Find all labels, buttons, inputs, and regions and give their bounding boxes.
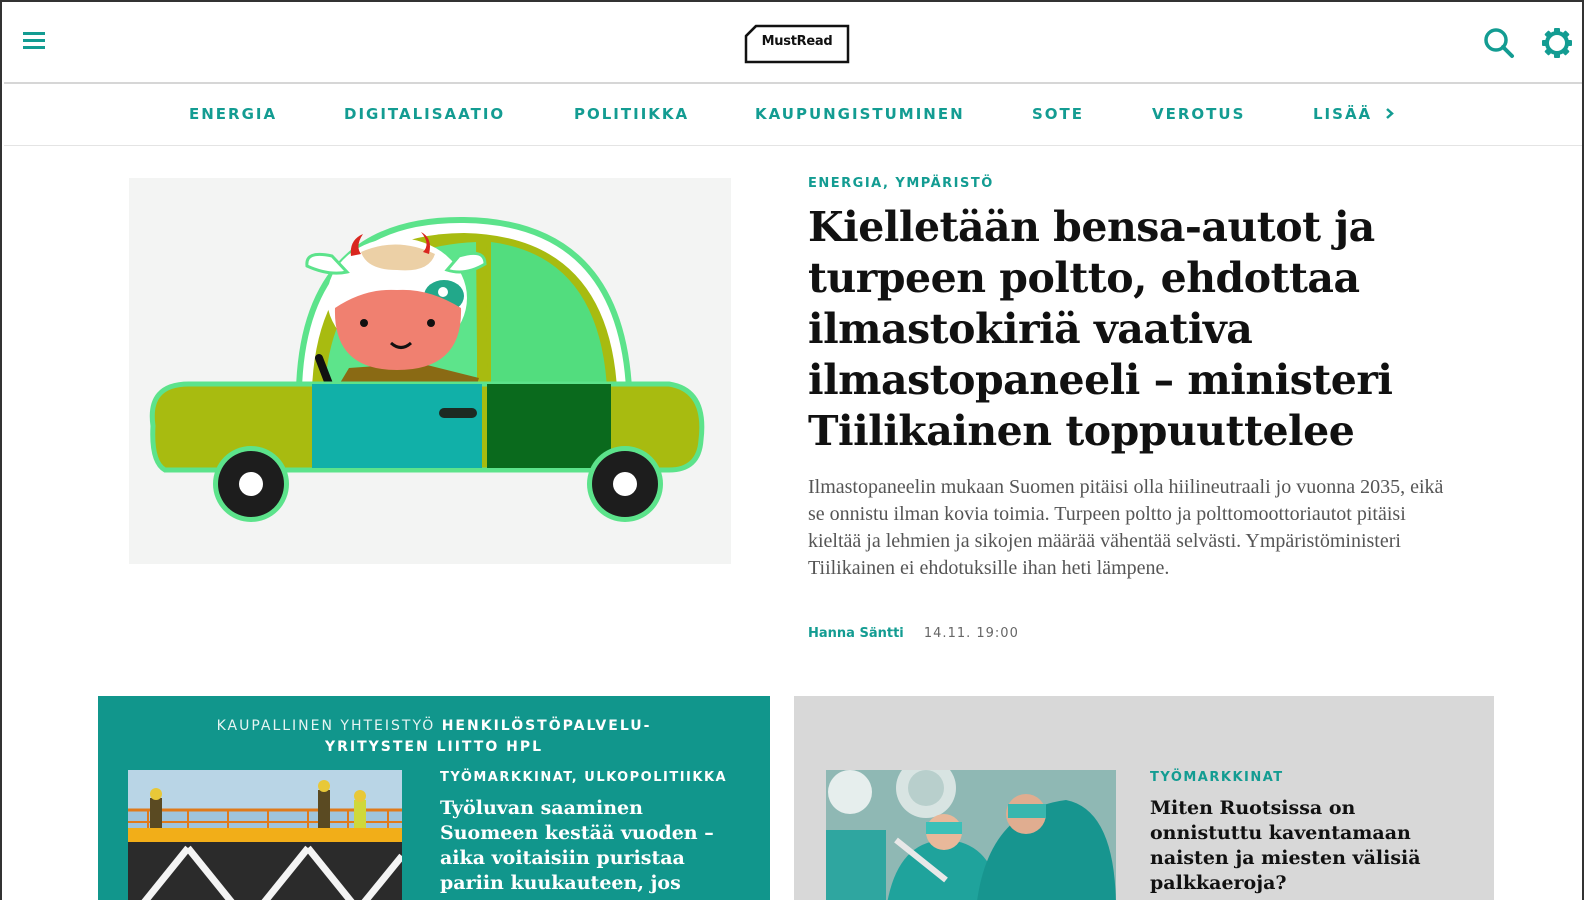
hero-image-cow-car[interactable] <box>129 178 731 564</box>
hero-lead: Ilmastopaneelin mukaan Suomen pitäisi ol… <box>808 476 1444 579</box>
logo-text: MustRead <box>761 34 833 49</box>
page-frame: MustRead ENERGIA DIGITALISAATIO POLITIIK… <box>0 0 1584 900</box>
sponsor-name-line2: YRITYSTEN LIITTO HPL <box>324 739 544 755</box>
hero-headline[interactable]: Kielletään bensa-autot ja turpeen poltto… <box>808 202 1448 457</box>
hamburger-menu-icon[interactable] <box>22 28 48 54</box>
nav-item-digitalisaatio[interactable]: DIGITALISAATIO <box>344 105 505 123</box>
hero-meta: Hanna Säntti 14.11. 19:00 <box>808 626 1019 641</box>
sponsored-article-card[interactable]: KAUPALLINEN YHTEISTYÖ HENKILÖSTÖPALVELU-… <box>98 696 770 900</box>
sponsor-label: KAUPALLINEN YHTEISTYÖ HENKILÖSTÖPALVELU-… <box>98 716 770 758</box>
card2-tags[interactable]: TYÖMARKKINAT <box>1150 770 1284 785</box>
article-card[interactable]: TYÖMARKKINAT Miten Ruotsissa on onnistut… <box>794 696 1494 900</box>
hero-tags[interactable]: ENERGIA, YMPÄRISTÖ <box>808 176 994 191</box>
sponsor-name-line1: HENKILÖSTÖPALVELU- <box>441 718 652 734</box>
nav-item-more[interactable]: LISÄÄ <box>1313 105 1395 123</box>
nav-item-politiikka[interactable]: POLITIIKKA <box>574 105 689 123</box>
category-nav: ENERGIA DIGITALISAATIO POLITIIKKA KAUPUN… <box>4 86 1582 146</box>
nav-item-verotus[interactable]: VEROTUS <box>1152 105 1245 123</box>
card1-tags[interactable]: TYÖMARKKINAT, ULKOPOLITIIKKA <box>440 770 727 785</box>
nav-item-energia[interactable]: ENERGIA <box>189 105 277 123</box>
search-icon[interactable] <box>1482 26 1516 60</box>
construction-workers-image[interactable] <box>128 770 405 900</box>
nav-item-kaupungistuminen[interactable]: KAUPUNGISTUMINEN <box>755 105 965 123</box>
chevron-right-icon <box>1386 105 1395 123</box>
hero-timestamp: 14.11. 19:00 <box>923 626 1019 641</box>
surgeons-image[interactable] <box>826 758 1116 900</box>
card2-headline[interactable]: Miten Ruotsissa on onnistuttu kaventamaa… <box>1150 796 1450 896</box>
sponsor-prefix: KAUPALLINEN YHTEISTYÖ <box>216 718 436 734</box>
hero-author[interactable]: Hanna Säntti <box>808 626 904 641</box>
settings-icon[interactable] <box>1540 26 1574 60</box>
top-bar: MustRead <box>4 4 1582 84</box>
nav-more-label: LISÄÄ <box>1313 105 1373 123</box>
card1-headline[interactable]: Työluvan saaminen Suomeen kestää vuoden … <box>440 796 740 896</box>
nav-item-sote[interactable]: SOTE <box>1032 105 1084 123</box>
site-logo[interactable]: MustRead <box>744 22 850 64</box>
